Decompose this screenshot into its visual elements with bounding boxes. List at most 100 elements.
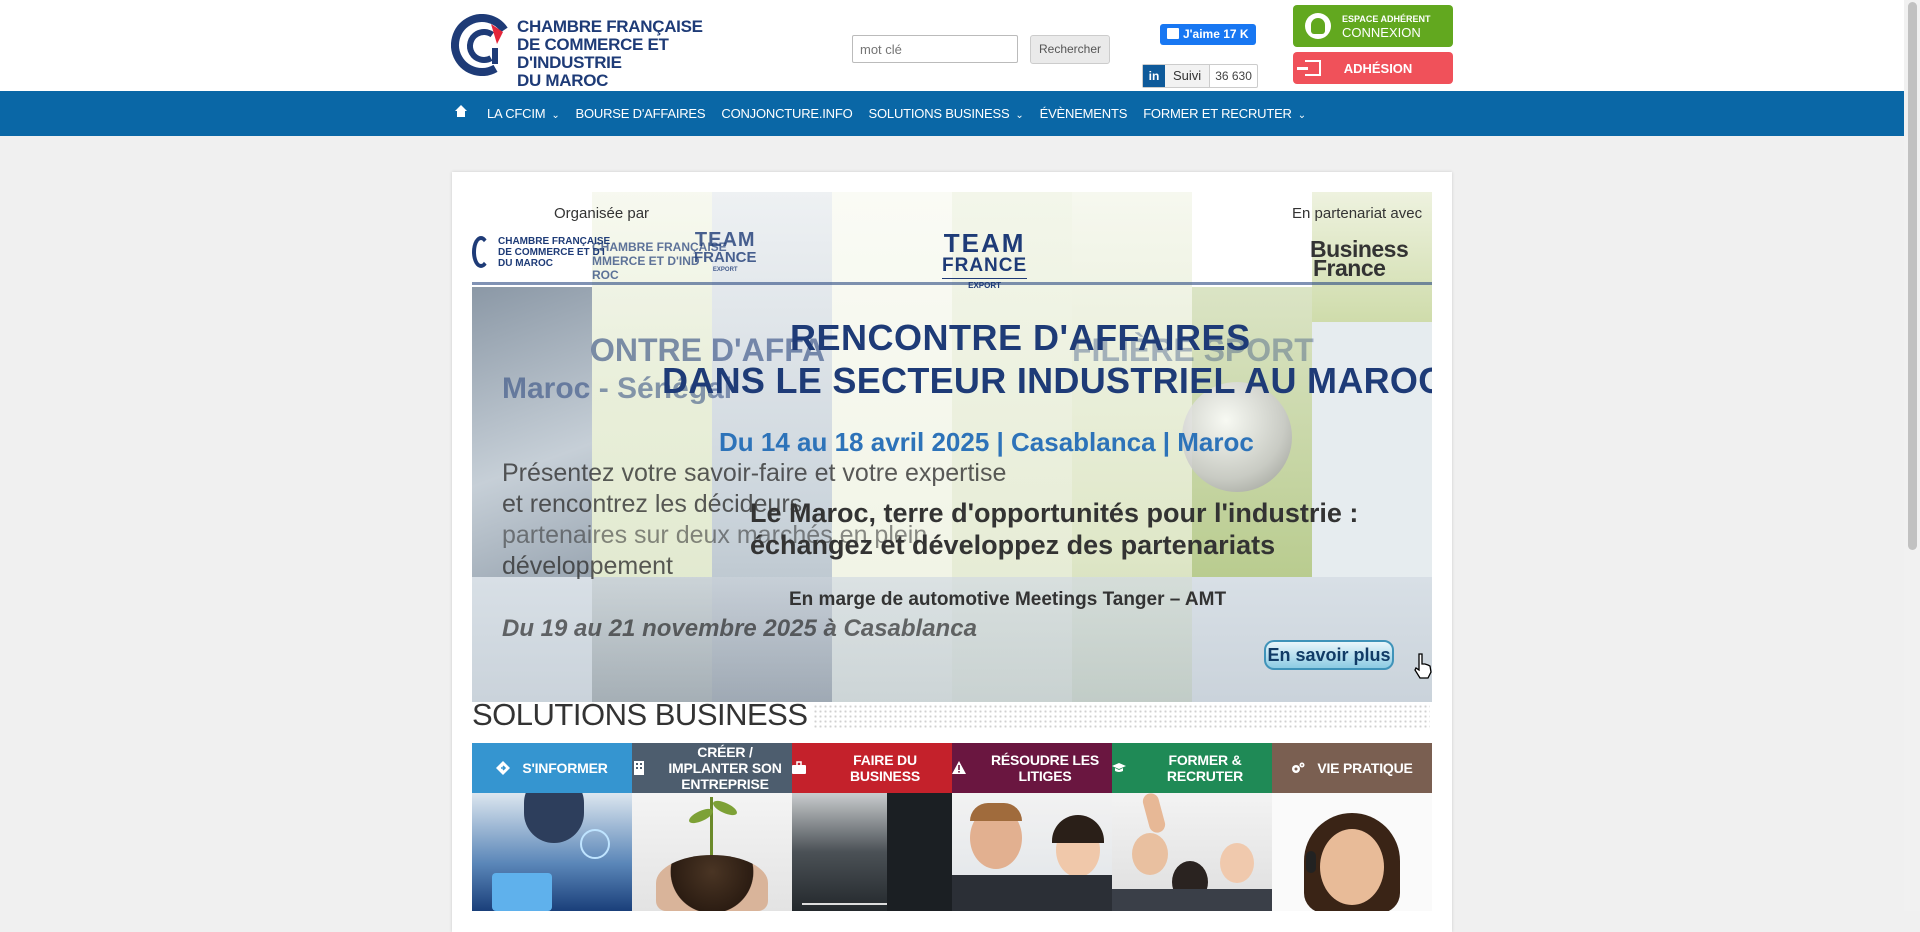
student-body	[1112, 889, 1272, 911]
page-scrollbar[interactable]	[1904, 0, 1920, 911]
vie-pratique-image	[1272, 793, 1432, 911]
informer-image	[472, 793, 632, 911]
nav-label: ÉVÈNEMENTS	[1039, 106, 1128, 121]
operator-face	[1320, 829, 1384, 905]
category-header[interactable]: VIE PRATIQUE	[1272, 743, 1432, 793]
adhesion-label: ADHÉSION	[1343, 61, 1413, 76]
chevron-down-icon: ⌄	[1297, 110, 1306, 121]
woman-hair	[1052, 815, 1104, 843]
chevron-down-icon: ⌄	[1015, 110, 1024, 121]
dotted-divider	[813, 704, 1430, 728]
team-label: TEAM	[943, 228, 1026, 258]
category-former-recruter[interactable]: FORMER & RECRUTER	[1112, 743, 1272, 911]
category-vie-pratique[interactable]: VIE PRATIQUE	[1272, 743, 1432, 911]
banner-tagline-line2: échangez et développez des partenariats	[750, 530, 1276, 560]
category-label: VIE PRATIQUE	[1317, 760, 1413, 776]
student-head	[1220, 843, 1254, 883]
chevron-down-icon: ⌄	[551, 110, 560, 121]
cogs-icon	[1292, 762, 1305, 773]
plant-image	[710, 797, 713, 857]
category-header[interactable]: FAIRE DU BUSINESS	[792, 743, 952, 793]
export-label: EXPORT	[712, 267, 738, 273]
suit	[952, 875, 1112, 911]
solutions-business-title: SOLUTIONS BUSINESS	[472, 697, 808, 732]
team-france-logo-ghost: TEAM FRANCE EXPORT	[694, 230, 757, 274]
nav-label: FORMER ET RECRUTER	[1143, 106, 1292, 121]
cfcim-logo-icon	[451, 14, 513, 76]
litiges-image	[952, 793, 1112, 911]
nav-label: BOURSE D'AFFAIRES	[575, 106, 706, 121]
facebook-like-button[interactable]: J'aime 17 K	[1160, 24, 1256, 45]
category-label: FORMER & RECRUTER	[1166, 752, 1244, 784]
site-header: CHAMBRE FRANÇAISE DE COMMERCE ET D'INDUS…	[0, 0, 1904, 91]
linkedin-icon: in	[1143, 65, 1165, 87]
banner-dates: Du 14 au 18 avril 2025 | Casablanca | Ma…	[719, 427, 1254, 457]
category-label: FAIRE DU BUSINESS	[850, 752, 920, 784]
logo-wordmark: CHAMBRE FRANÇAISE DE COMMERCE ET D'INDUS…	[517, 18, 751, 90]
espace-adherent-label: ESPACE ADHÉRENT	[1342, 14, 1431, 24]
headset-icon	[1306, 851, 1316, 873]
briefcase-icon	[792, 761, 806, 774]
category-header[interactable]: FORMER & RECRUTER	[1112, 743, 1272, 793]
logo-line: DE COMMERCE ET D'INDUSTRIE	[517, 35, 669, 72]
category-label: RÉSOUDRE LES LITIGES	[990, 752, 1100, 784]
team-france-export-logo: TEAM FRANCE EXPORT	[942, 228, 1028, 290]
ghost-date: Du 19 au 21 novembre 2025 à Casablanca	[502, 615, 977, 642]
partenariat-label: En partenariat avec	[1292, 205, 1423, 222]
nav-item-bourse-affaires[interactable]: BOURSE D'AFFAIRES	[576, 106, 706, 121]
category-creer-entreprise[interactable]: CRÉER / IMPLANTER SON ENTREPRISE	[632, 743, 792, 911]
category-s-informer[interactable]: S'INFORMER	[472, 743, 632, 911]
category-label: S'INFORMER	[522, 760, 608, 776]
globe-icon	[580, 829, 610, 859]
en-savoir-plus-button[interactable]: En savoir plus	[1264, 640, 1394, 670]
espace-adherent-login-button[interactable]: ESPACE ADHÉRENT CONNEXION	[1293, 5, 1453, 47]
building-icon	[634, 761, 644, 775]
person-silhouette	[524, 793, 584, 843]
category-label: CRÉER / IMPLANTER SON ENTREPRISE	[668, 744, 782, 792]
soil-hands	[656, 855, 768, 911]
nav-label: CONJONCTURE.INFO	[721, 106, 853, 121]
nav-item-conjoncture[interactable]: CONJONCTURE.INFO	[721, 106, 852, 121]
category-header[interactable]: CRÉER / IMPLANTER SON ENTREPRISE	[632, 743, 792, 793]
search-button[interactable]: Rechercher	[1030, 35, 1110, 64]
hand-pointer-icon	[1414, 653, 1432, 679]
diamond-arrow-icon	[496, 761, 511, 775]
nav-item-la-cfcim[interactable]: LA CFCIM ⌄	[487, 106, 560, 121]
adhesion-button[interactable]: ADHÉSION	[1293, 52, 1453, 84]
linkedin-follow-widget[interactable]: in Suivi 36 630	[1142, 64, 1258, 88]
banner-title-line1: RENCONTRE D'AFFAIRES	[790, 317, 1251, 358]
nav-label: LA CFCIM	[487, 106, 546, 121]
organisee-par-label: Organisée par	[554, 205, 650, 222]
category-header[interactable]: RÉSOUDRE LES LITIGES	[952, 743, 1112, 793]
warning-icon	[952, 761, 966, 774]
banner-amt-note: En marge de automotive Meetings Tanger –…	[789, 589, 1227, 610]
team-label: TEAM	[694, 229, 756, 251]
student-head	[1132, 833, 1168, 875]
event-banner-slider[interactable]: Organisée par En partenariat avec CHAMBR…	[472, 192, 1432, 702]
category-faire-business[interactable]: FAIRE DU BUSINESS	[792, 743, 952, 911]
thumbs-up-icon	[1167, 28, 1179, 39]
plant-leaf	[711, 797, 739, 819]
connexion-label: CONNEXION	[1342, 25, 1421, 40]
banner-tagline-line1: Le Maroc, terre d'opportunités pour l'in…	[750, 498, 1359, 528]
logo-line: CHAMBRE FRANÇAISE	[517, 17, 703, 36]
linkedin-follow-button[interactable]: Suivi	[1165, 65, 1211, 87]
cfcim-logo[interactable]: CHAMBRE FRANÇAISE DE COMMERCE ET D'INDUS…	[451, 14, 751, 90]
business-france-logo: Business France	[1310, 238, 1409, 280]
former-image	[1112, 793, 1272, 911]
businessman-silhouette	[887, 793, 952, 911]
nav-item-evenements[interactable]: ÉVÈNEMENTS	[1040, 106, 1128, 121]
nav-item-solutions-business[interactable]: SOLUTIONS BUSINESS ⌄	[869, 106, 1024, 121]
export-label: EXPORT	[968, 281, 1002, 290]
search-input[interactable]	[852, 35, 1018, 63]
nav-item-former-recruter[interactable]: FORMER ET RECRUTER ⌄	[1143, 106, 1306, 121]
home-icon[interactable]	[455, 104, 467, 119]
france-label: FRANCE	[694, 249, 757, 266]
category-resoudre-litiges[interactable]: RÉSOUDRE LES LITIGES	[952, 743, 1112, 911]
banner-title-line2: DANS LE SECTEUR INDUSTRIEL AU MAROC	[662, 360, 1432, 401]
user-icon	[1305, 13, 1331, 39]
france-label: FRANCE	[942, 255, 1028, 276]
scrollbar-thumb[interactable]	[1908, 2, 1917, 550]
category-header[interactable]: S'INFORMER	[472, 743, 632, 793]
raised-hand	[1141, 793, 1167, 835]
